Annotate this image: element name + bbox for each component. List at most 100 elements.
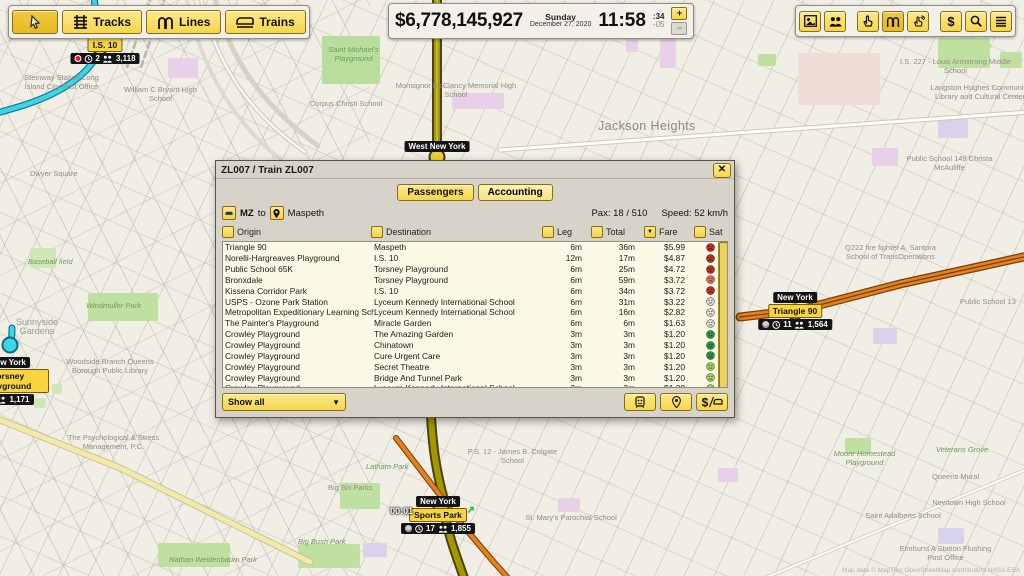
column-header-sat[interactable]: Sat (694, 226, 728, 238)
total-cell: 3m (594, 383, 647, 388)
broadcast-button[interactable] (907, 11, 929, 32)
station-city-label[interactable]: New York (773, 292, 817, 303)
grab-button[interactable] (857, 11, 879, 32)
total-cell: 16m (594, 307, 647, 317)
total-cell: 3m (594, 329, 647, 339)
boarding-arrow-icon: ↗ (466, 505, 474, 516)
column-header-destination[interactable]: Destination (371, 226, 542, 238)
passenger-row[interactable]: Bronxdale Torsney Playground 6m 59m $3.7… (223, 275, 727, 286)
faretrain-icon: $ (701, 396, 723, 408)
column-header-leg[interactable]: Leg (542, 226, 591, 238)
speed-up-button[interactable]: + (671, 7, 687, 20)
station-name-label[interactable]: Sports Park 00:01 ↗ (409, 508, 467, 522)
station-triangle-90[interactable]: New York Triangle 90 11 1,564 (758, 292, 832, 330)
tracks-button[interactable]: Tracks (62, 10, 142, 34)
passenger-row[interactable]: The Painter's Playground Miracle Garden … (223, 318, 727, 329)
landuse-patch (34, 398, 46, 408)
station-city-label[interactable]: New York (0, 357, 30, 368)
passenger-row[interactable]: Crowley Playground Secret Theatre 3m 3m … (223, 361, 727, 372)
destination-cell: Secret Theatre (374, 362, 545, 372)
fare-cell: $1.20 (647, 329, 697, 339)
sort-toggle[interactable] (371, 226, 383, 238)
fare-cell: $1.20 (647, 351, 697, 361)
train-view-button[interactable] (624, 393, 656, 411)
photo-button[interactable] (799, 11, 821, 32)
tab-accounting[interactable]: Accounting (478, 184, 553, 201)
station-west-new-york[interactable]: West New York (405, 141, 470, 152)
total-cell: 3m (594, 351, 647, 361)
sort-toggle[interactable] (591, 226, 603, 238)
search-button[interactable] (965, 11, 987, 32)
passengers-button[interactable] (824, 11, 846, 32)
station-status-icon (762, 321, 769, 328)
fare-cell: $3.22 (647, 297, 697, 307)
passenger-row[interactable]: Public School 65K Torsney Playground 6m … (223, 264, 727, 275)
sort-toggle[interactable] (222, 226, 234, 238)
cursor-tool-button[interactable] (12, 10, 58, 34)
total-cell: 36m (594, 242, 647, 252)
close-button[interactable]: ✕ (713, 163, 731, 178)
money-display: $6,778,145,927 (395, 10, 523, 32)
lines-button-label: Lines (179, 15, 210, 29)
train-dialog: ZL007 / Train ZL007 ✕ Passengers Account… (215, 160, 735, 418)
leg-cell: 3m (545, 383, 594, 388)
passenger-row[interactable]: Metropolitan Expeditionary Learning Scho… (223, 307, 727, 318)
station-name-label[interactable]: Triangle 90 (768, 304, 822, 318)
station-city-label[interactable]: West New York (405, 141, 470, 152)
landuse-patch (1000, 52, 1022, 68)
line-icon[interactable] (222, 206, 236, 220)
dialog-titlebar[interactable]: ZL007 / Train ZL007 ✕ (216, 161, 734, 179)
passenger-row[interactable]: Crowley Playground Bridge And Tunnel Par… (223, 372, 727, 383)
passenger-row[interactable]: Triangle 90 Maspeth 6m 36m $5.99 (223, 242, 727, 253)
station-sports-park[interactable]: New York Sports Park 00:01 ↗ 17 1,855 (401, 496, 475, 534)
total-cell: 31m (594, 297, 647, 307)
column-header-origin[interactable]: Origin (222, 226, 371, 238)
destination-pin-icon[interactable] (270, 206, 284, 220)
tracks-icon (73, 15, 88, 29)
lines-button[interactable]: Lines (146, 10, 221, 34)
passenger-row[interactable]: Norelli-Hargreaves Playground I.S. 10 12… (223, 253, 727, 264)
menu-button[interactable] (990, 11, 1012, 32)
trainface-icon (634, 396, 646, 408)
station-info-bar: 17 1,855 (401, 523, 475, 534)
sort-toggle[interactable]: ▼ (644, 226, 656, 238)
column-label: Total (606, 227, 625, 237)
station-city-label[interactable]: New York (416, 496, 460, 507)
locate-train-button[interactable] (660, 393, 692, 411)
column-header-total[interactable]: Total (591, 226, 644, 238)
passenger-row[interactable]: Crowley Playground The Amazing Garden 3m… (223, 329, 727, 340)
trains-button[interactable]: Trains (225, 10, 305, 34)
leg-cell: 6m (545, 286, 594, 296)
scrollbar-thumb[interactable] (719, 242, 728, 388)
passenger-row[interactable]: Kissena Corridor Park I.S. 10 6m 34m $3.… (223, 285, 727, 296)
origin-cell: The Painter's Playground (225, 318, 374, 328)
total-cell: 17m (594, 253, 647, 263)
leg-cell: 6m (545, 307, 594, 317)
clock-display: 11:58 (598, 10, 646, 32)
fare-cell: $1.20 (647, 362, 697, 372)
leg-cell: 3m (545, 362, 594, 372)
sort-toggle[interactable] (694, 226, 706, 238)
line-finances-button[interactable]: $ (696, 393, 728, 411)
column-header-fare[interactable]: ▼ Fare (644, 226, 694, 238)
passenger-row[interactable]: Crowley Playground Lyceum Kennedy Intern… (223, 383, 727, 388)
lines-overlay-button[interactable] (882, 11, 904, 32)
fare-cell: $2.82 (647, 307, 697, 317)
leg-cell: 3m (545, 373, 594, 383)
station-name-label[interactable]: Torsney Playground (0, 369, 49, 393)
table-scrollbar[interactable] (718, 242, 727, 387)
torsney-playground-circle[interactable] (2, 337, 19, 354)
finances-button[interactable]: $ (940, 11, 962, 32)
cursor-icon (29, 15, 42, 29)
speed-down-button[interactable]: − (671, 22, 687, 35)
passenger-row[interactable]: Crowley Playground Chinatown 3m 3m $1.20 (223, 340, 727, 351)
passenger-row[interactable]: Crowley Playground Cure Urgent Care 3m 3… (223, 350, 727, 361)
sort-toggle[interactable] (542, 226, 554, 238)
tab-passengers[interactable]: Passengers (397, 184, 473, 201)
station-info-bar: 2 3,118 (70, 53, 139, 64)
station-name-label[interactable]: I.S. 10 (88, 38, 123, 52)
leg-cell: 6m (545, 318, 594, 328)
origin-cell: Crowley Playground (225, 362, 374, 372)
passenger-row[interactable]: USPS - Ozone Park Station Lyceum Kennedy… (223, 296, 727, 307)
passenger-filter-select[interactable]: Show all ▼ (222, 393, 346, 411)
